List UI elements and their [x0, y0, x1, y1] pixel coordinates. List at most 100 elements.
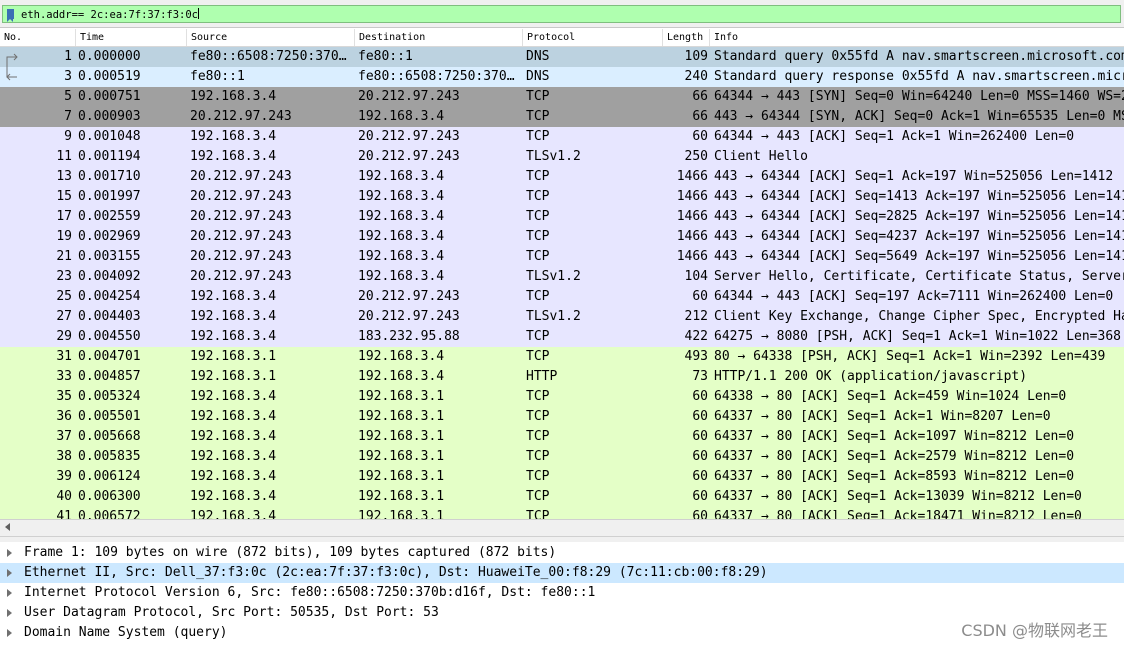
- expand-arrow-icon[interactable]: [7, 629, 12, 637]
- cell-info: 80 → 64338 [PSH, ACK] Seq=1 Ack=1 Win=23…: [714, 349, 1106, 364]
- cell-source: 192.168.3.4: [190, 389, 277, 404]
- cell-source: fe80::1: [190, 69, 245, 84]
- packet-row[interactable]: 13 0.001710 20.212.97.243 192.168.3.4 TCP 146…: [0, 167, 1124, 187]
- cell-length: 1466: [676, 249, 708, 264]
- cell-source: fe80::6508:7250:370…: [190, 49, 347, 64]
- cell-source: 192.168.3.4: [190, 129, 277, 144]
- cell-no: 23: [56, 269, 72, 284]
- column-header-info[interactable]: Info: [710, 29, 1124, 46]
- packet-row[interactable]: 39 0.006124 192.168.3.4 192.168.3.1 TCP 60 643…: [0, 467, 1124, 487]
- detail-tree-item[interactable]: Frame 1: 109 bytes on wire (872 bits), 1…: [0, 543, 1124, 563]
- packet-row[interactable]: 7 0.000903 20.212.97.243 192.168.3.4 TCP 66 44…: [0, 107, 1124, 127]
- cell-info: 443 → 64344 [ACK] Seq=1413 Ack=197 Win=5…: [714, 189, 1124, 204]
- display-filter-input[interactable]: eth.addr== 2c:ea:7f:37:f3:0c: [2, 5, 1121, 23]
- column-header-time[interactable]: Time: [76, 29, 187, 46]
- cell-protocol: TCP: [526, 409, 550, 424]
- cell-destination: fe80::6508:7250:370…: [358, 69, 515, 84]
- detail-tree-item[interactable]: Ethernet II, Src: Dell_37:f3:0c (2c:ea:7…: [0, 563, 1124, 583]
- column-header-protocol[interactable]: Protocol: [523, 29, 663, 46]
- packet-row[interactable]: 29 0.004550 192.168.3.4 183.232.95.88 TCP 422…: [0, 327, 1124, 347]
- packet-row[interactable]: 36 0.005501 192.168.3.4 192.168.3.1 TCP 60 643…: [0, 407, 1124, 427]
- packet-row[interactable]: 1 0.000000 fe80::6508:7250:370… fe80::1 DNS 1…: [0, 47, 1124, 67]
- cell-length: 250: [684, 149, 708, 164]
- cell-protocol: TCP: [526, 469, 550, 484]
- detail-tree-item[interactable]: Domain Name System (query): [0, 623, 1124, 643]
- cell-info: 64337 → 80 [ACK] Seq=1 Ack=2579 Win=8212…: [714, 449, 1075, 464]
- packet-row[interactable]: 33 0.004857 192.168.3.1 192.168.3.4 HTTP 73 HT…: [0, 367, 1124, 387]
- packet-row[interactable]: 40 0.006300 192.168.3.4 192.168.3.1 TCP 60 643…: [0, 487, 1124, 507]
- cell-length: 240: [684, 69, 708, 84]
- cell-no: 21: [56, 249, 72, 264]
- text-caret: [198, 8, 200, 19]
- packet-row[interactable]: 38 0.005835 192.168.3.4 192.168.3.1 TCP 60 643…: [0, 447, 1124, 467]
- packet-row[interactable]: 15 0.001997 20.212.97.243 192.168.3.4 TCP 146…: [0, 187, 1124, 207]
- cell-info: 443 → 64344 [ACK] Seq=2825 Ack=197 Win=5…: [714, 209, 1124, 224]
- cell-time: 0.004701: [78, 349, 141, 364]
- cell-no: 35: [56, 389, 72, 404]
- packet-row[interactable]: 21 0.003155 20.212.97.243 192.168.3.4 TCP 146…: [0, 247, 1124, 267]
- column-header-no[interactable]: No.: [0, 29, 76, 46]
- packet-row[interactable]: 27 0.004403 192.168.3.4 20.212.97.243 TLSv1.…: [0, 307, 1124, 327]
- detail-tree-item[interactable]: User Datagram Protocol, Src Port: 50535,…: [0, 603, 1124, 623]
- packet-row[interactable]: 25 0.004254 192.168.3.4 20.212.97.243 TCP 60 6…: [0, 287, 1124, 307]
- packet-row[interactable]: 23 0.004092 20.212.97.243 192.168.3.4 TLSv1.…: [0, 267, 1124, 287]
- cell-no: 36: [56, 409, 72, 424]
- expand-arrow-icon[interactable]: [7, 609, 12, 617]
- packet-row[interactable]: 5 0.000751 192.168.3.4 20.212.97.243 TCP 66 64…: [0, 87, 1124, 107]
- cell-length: 1466: [676, 209, 708, 224]
- packet-row[interactable]: 37 0.005668 192.168.3.4 192.168.3.1 TCP 60 643…: [0, 427, 1124, 447]
- cell-no: 27: [56, 309, 72, 324]
- cell-protocol: DNS: [526, 69, 550, 84]
- cell-info: 64337 → 80 [ACK] Seq=1 Ack=18471 Win=821…: [714, 509, 1082, 519]
- cell-destination: 20.212.97.243: [358, 289, 460, 304]
- cell-source: 192.168.3.1: [190, 369, 277, 384]
- cell-time: 0.001710: [78, 169, 141, 184]
- cell-protocol: TCP: [526, 129, 550, 144]
- cell-source: 20.212.97.243: [190, 269, 292, 284]
- packet-row[interactable]: 19 0.002969 20.212.97.243 192.168.3.4 TCP 146…: [0, 227, 1124, 247]
- cell-info: 64337 → 80 [ACK] Seq=1 Ack=8593 Win=8212…: [714, 469, 1075, 484]
- cell-destination: 20.212.97.243: [358, 89, 460, 104]
- expand-arrow-icon[interactable]: [7, 589, 12, 597]
- packet-row[interactable]: 41 0.006572 192.168.3.4 192.168.3.1 TCP 60 643…: [0, 507, 1124, 519]
- cell-no: 15: [56, 189, 72, 204]
- cell-time: 0.004092: [78, 269, 141, 284]
- cell-time: 0.001048: [78, 129, 141, 144]
- column-header-source[interactable]: Source: [187, 29, 355, 46]
- packet-list-header: No. Time Source Destination Protocol Len…: [0, 29, 1124, 47]
- cell-time: 0.000903: [78, 109, 141, 124]
- scroll-left-arrow-icon[interactable]: [5, 523, 10, 531]
- packet-row[interactable]: 17 0.002559 20.212.97.243 192.168.3.4 TCP 146…: [0, 207, 1124, 227]
- cell-destination: fe80::1: [358, 49, 413, 64]
- expand-arrow-icon[interactable]: [7, 549, 12, 557]
- cell-no: 9: [64, 129, 72, 144]
- detail-tree-item-label: User Datagram Protocol, Src Port: 50535,…: [24, 605, 439, 620]
- packet-row[interactable]: 3 0.000519 fe80::1 fe80::6508:7250:370… DNS 2…: [0, 67, 1124, 87]
- cell-no: 40: [56, 489, 72, 504]
- detail-tree-item[interactable]: Internet Protocol Version 6, Src: fe80::…: [0, 583, 1124, 603]
- cell-destination: 192.168.3.4: [358, 249, 445, 264]
- cell-length: 66: [692, 109, 708, 124]
- cell-no: 19: [56, 229, 72, 244]
- cell-length: 1466: [676, 189, 708, 204]
- packet-row[interactable]: 35 0.005324 192.168.3.4 192.168.3.1 TCP 60 643…: [0, 387, 1124, 407]
- cell-no: 41: [56, 509, 72, 519]
- packet-row[interactable]: 9 0.001048 192.168.3.4 20.212.97.243 TCP 60 64…: [0, 127, 1124, 147]
- cell-protocol: TCP: [526, 389, 550, 404]
- column-header-length[interactable]: Length: [663, 29, 710, 46]
- bookmark-icon[interactable]: [7, 9, 14, 22]
- cell-length: 422: [684, 329, 708, 344]
- cell-destination: 192.168.3.1: [358, 509, 445, 519]
- cell-time: 0.005324: [78, 389, 141, 404]
- detail-tree-item-label: Internet Protocol Version 6, Src: fe80::…: [24, 585, 596, 600]
- expand-arrow-icon[interactable]: [7, 569, 12, 577]
- detail-tree-item-label: Ethernet II, Src: Dell_37:f3:0c (2c:ea:7…: [24, 565, 768, 580]
- column-header-destination[interactable]: Destination: [355, 29, 523, 46]
- cell-source: 20.212.97.243: [190, 189, 292, 204]
- cell-time: 0.005835: [78, 449, 141, 464]
- packet-list-horizontal-scrollbar[interactable]: [0, 519, 1124, 536]
- packet-row[interactable]: 31 0.004701 192.168.3.1 192.168.3.4 TCP 493 80…: [0, 347, 1124, 367]
- packet-row[interactable]: 11 0.001194 192.168.3.4 20.212.97.243 TLSv1.…: [0, 147, 1124, 167]
- cell-destination: 192.168.3.4: [358, 189, 445, 204]
- detail-tree-item-label: Domain Name System (query): [24, 625, 228, 640]
